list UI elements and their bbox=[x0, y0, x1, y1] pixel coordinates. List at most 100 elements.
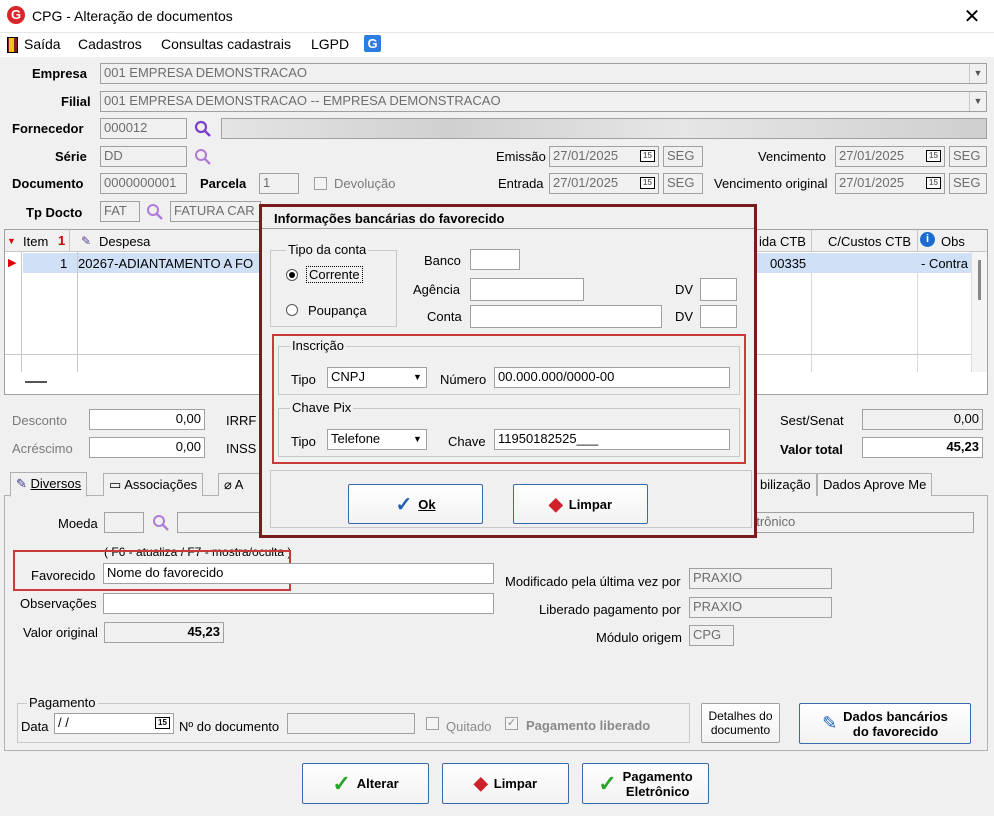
dados-bancarios-button[interactable]: ✎ Dados bancários do favorecido bbox=[799, 703, 971, 744]
filial-select[interactable]: 001 EMPRESA DEMONSTRACAO -- EMPRESA DEMO… bbox=[100, 91, 987, 112]
agencia-dv-label: DV bbox=[675, 282, 694, 297]
col-despesa[interactable]: Despesa bbox=[99, 234, 150, 249]
tpdocto-label: Tp Docto bbox=[26, 205, 83, 220]
tab-associacoes[interactable]: ▭ Associações bbox=[103, 473, 204, 496]
quitado-label: Quitado bbox=[446, 719, 492, 734]
search-icon[interactable] bbox=[194, 148, 212, 166]
poupanca-label[interactable]: Poupança bbox=[308, 303, 367, 318]
limpar-button[interactable]: ◆ Limpar bbox=[442, 763, 569, 804]
row-pointer-icon: ▶ bbox=[8, 257, 17, 269]
numero-field[interactable]: 00.000.000/0000-00 bbox=[494, 367, 730, 388]
calendar-icon[interactable]: 15 bbox=[926, 177, 941, 189]
parcela-label: Parcela bbox=[200, 176, 247, 191]
search-icon[interactable] bbox=[152, 514, 170, 532]
venc-original-date-field[interactable]: 27/01/2025 15 bbox=[835, 173, 945, 194]
chevron-down-icon: ▼ bbox=[409, 368, 426, 387]
col-item[interactable]: Item bbox=[23, 234, 48, 249]
dialog-limpar-button[interactable]: ◆ Limpar bbox=[513, 484, 648, 524]
modificado-field: PRAXIO bbox=[689, 568, 832, 589]
emissao-label: Emissão bbox=[496, 149, 546, 164]
chave-label: Chave bbox=[448, 434, 486, 449]
vertical-scrollbar[interactable] bbox=[971, 252, 987, 372]
tpdocto-code-field[interactable]: FAT bbox=[100, 201, 140, 222]
moeda-label: Moeda bbox=[58, 516, 98, 531]
moeda-field[interactable] bbox=[104, 512, 144, 533]
insc-tipo-label: Tipo bbox=[291, 372, 316, 387]
inss-label: INSS bbox=[226, 441, 257, 456]
conta-field[interactable] bbox=[470, 305, 662, 328]
parcela-field[interactable]: 1 bbox=[259, 173, 299, 194]
sest-field: 0,00 bbox=[862, 409, 983, 430]
search-icon[interactable] bbox=[146, 203, 164, 221]
row-saida-ctb: 00335 bbox=[770, 256, 807, 271]
tab-contabilizacao[interactable]: bilização bbox=[755, 473, 817, 496]
menu-lgpd[interactable]: LGPD bbox=[311, 36, 349, 52]
emissao-date-field[interactable]: 27/01/2025 15 bbox=[549, 146, 659, 167]
banco-field[interactable] bbox=[470, 249, 520, 270]
calendar-icon[interactable]: 15 bbox=[640, 177, 655, 189]
g-app-icon[interactable]: G bbox=[364, 35, 381, 52]
quitado-checkbox[interactable] bbox=[426, 717, 439, 730]
ok-button[interactable]: ✓ Ok bbox=[348, 484, 483, 524]
fornecedor-code-field[interactable]: 000012 bbox=[100, 118, 187, 139]
menu-cadastros[interactable]: Cadastros bbox=[78, 36, 142, 52]
corrente-label[interactable]: Corrente bbox=[306, 266, 363, 283]
insc-tipo-select[interactable]: CNPJ ▼ bbox=[327, 367, 427, 388]
empresa-label: Empresa bbox=[32, 66, 87, 81]
inscricao-label: Inscrição bbox=[290, 338, 347, 353]
chevron-down-icon: ▼ bbox=[969, 92, 986, 111]
calendar-icon[interactable]: 15 bbox=[640, 150, 655, 162]
serie-field[interactable]: DD bbox=[100, 146, 187, 167]
ndoc-field[interactable] bbox=[287, 713, 415, 734]
desconto-field[interactable]: 0,00 bbox=[89, 409, 205, 430]
row-obs: - Contra bbox=[921, 256, 968, 271]
corrente-radio[interactable] bbox=[286, 269, 298, 281]
detalhes-documento-button[interactable]: Detalhes do documento bbox=[701, 703, 780, 743]
close-icon[interactable]: ✕ bbox=[960, 4, 984, 29]
vencimento-date-field[interactable]: 27/01/2025 15 bbox=[835, 146, 945, 167]
eraser-icon: ◆ bbox=[548, 493, 563, 514]
link-icon: ▭ bbox=[109, 477, 122, 492]
irrf-label: IRRF bbox=[226, 413, 257, 428]
chave-field[interactable]: 11950182525___ bbox=[494, 429, 730, 450]
documento-field[interactable]: 0000000001 bbox=[100, 173, 187, 194]
pix-tipo-select[interactable]: Telefone ▼ bbox=[327, 429, 427, 450]
tab-aprove-me[interactable]: Dados Aprove Me bbox=[817, 473, 933, 496]
search-icon[interactable] bbox=[194, 120, 212, 138]
fornecedor-label: Fornecedor bbox=[12, 121, 84, 136]
banco-label: Banco bbox=[424, 253, 461, 268]
col-obs[interactable]: Obs bbox=[941, 234, 965, 249]
acrescimo-field[interactable]: 0,00 bbox=[89, 437, 205, 458]
pagamento-eletronico-button[interactable]: ✓ Pagamento Eletrônico bbox=[582, 763, 709, 804]
menu-consultas-cadastrais[interactable]: Consultas cadastrais bbox=[161, 36, 291, 52]
agencia-field[interactable] bbox=[470, 278, 584, 301]
tab-anexos[interactable]: ⌀ A bbox=[218, 473, 262, 496]
exit-door-icon bbox=[7, 37, 18, 53]
empresa-select[interactable]: 001 EMPRESA DEMONSTRACAO ▼ bbox=[100, 63, 987, 84]
alterar-button[interactable]: ✓ Alterar bbox=[302, 763, 429, 804]
pagamento-data-field[interactable]: / /15 bbox=[54, 713, 174, 734]
checkmark-icon: ✓ bbox=[598, 770, 617, 796]
devolucao-checkbox[interactable] bbox=[314, 177, 327, 190]
calendar-icon[interactable]: 15 bbox=[155, 717, 170, 729]
acrescimo-label: Acréscimo bbox=[12, 441, 73, 456]
dialog-title: Informações bancárias do favorecido bbox=[274, 211, 505, 226]
tab-diversos[interactable]: ✎ Diversos bbox=[10, 472, 88, 497]
menu-saida[interactable]: Saída bbox=[24, 36, 61, 52]
tipo-conta-label: Tipo da conta bbox=[286, 242, 369, 257]
dialog-button-bar bbox=[270, 470, 752, 528]
entrada-date-field[interactable]: 27/01/2025 15 bbox=[549, 173, 659, 194]
pagamento-liberado-checkbox[interactable]: ✓ bbox=[505, 717, 518, 730]
liberado-field: PRAXIO bbox=[689, 597, 832, 618]
poupanca-radio[interactable] bbox=[286, 304, 298, 316]
calendar-icon[interactable]: 15 bbox=[926, 150, 941, 162]
expense-icon: ✎ bbox=[81, 234, 92, 248]
observacoes-field[interactable] bbox=[103, 593, 494, 614]
grid-scroll-handle[interactable] bbox=[25, 381, 47, 383]
favorecido-field[interactable]: Nome do favorecido bbox=[103, 563, 494, 584]
agencia-dv-field[interactable] bbox=[700, 278, 737, 301]
col-ccustos[interactable]: C/Custos CTB bbox=[828, 234, 911, 249]
col-saida-ctb[interactable]: ida CTB bbox=[759, 234, 806, 249]
conta-dv-field[interactable] bbox=[700, 305, 737, 328]
entrada-weekday: SEG bbox=[663, 173, 703, 194]
